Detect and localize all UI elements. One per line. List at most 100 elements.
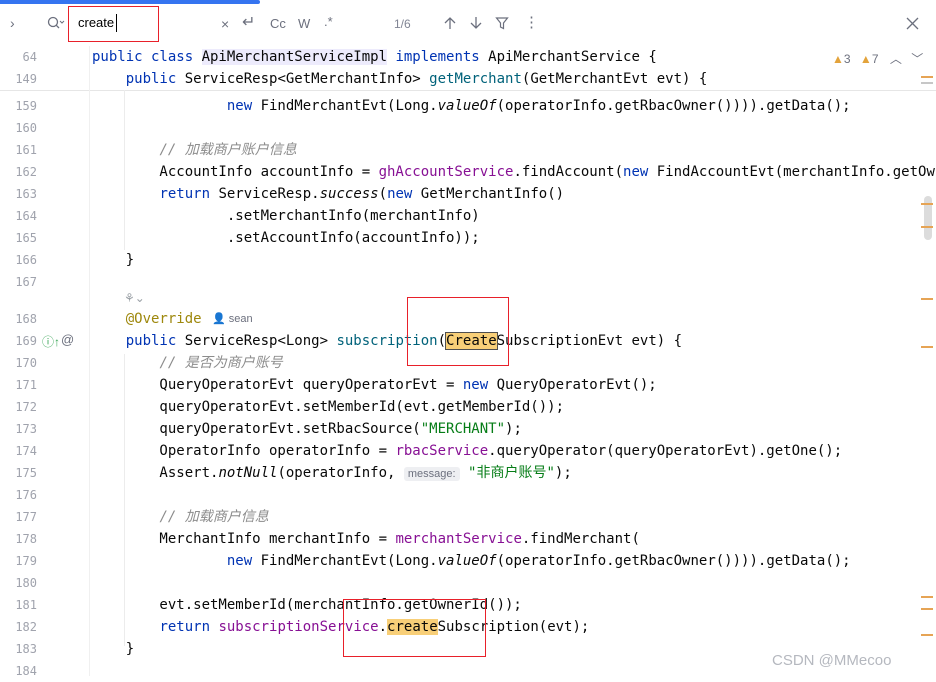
annotation-box — [68, 6, 159, 42]
prev-occurrence-icon[interactable] — [443, 16, 457, 30]
line-number: 164 — [15, 209, 37, 223]
code-text: // 是否为商户账号 — [92, 352, 283, 374]
line-number: 160 — [15, 121, 37, 135]
code-comment: // 是否为商户账号 — [159, 355, 283, 371]
code-text: OperatorInfo operatorInfo = rbacService.… — [92, 443, 843, 459]
code-text: queryOperatorEvt.setMemberId(evt.getMemb… — [92, 399, 565, 415]
scroll-marker[interactable] — [921, 634, 933, 636]
close-icon[interactable] — [906, 17, 919, 30]
line-number: 166 — [15, 253, 37, 267]
match-case-toggle[interactable]: Cc — [270, 16, 286, 32]
code-text: public class ApiMerchantServiceImpl impl… — [92, 49, 657, 65]
clear-icon[interactable]: × — [221, 16, 229, 32]
code-text: .setAccountInfo(accountInfo)); — [92, 230, 480, 246]
inspection-widget[interactable]: ▲3 ▲7 ︿ ﹀ — [832, 50, 923, 67]
line-number: 176 — [15, 488, 37, 502]
code-line: 165 .setAccountInfo(accountInfo)); — [0, 227, 936, 249]
line-number: 170 — [15, 356, 37, 370]
scroll-marker[interactable] — [921, 608, 933, 610]
weak-warning-count: 7 — [871, 52, 879, 66]
string-literal: "非商户账号" — [468, 465, 555, 481]
code-text: queryOperatorEvt.setRbacSource("MERCHANT… — [92, 421, 522, 437]
weak-warning-icon: ▲ — [859, 52, 872, 66]
code-line: 175 Assert.notNull(operatorInfo, message… — [0, 462, 936, 484]
line-number: 149 — [15, 72, 37, 86]
line-number: 178 — [15, 532, 37, 546]
search-history-icon[interactable] — [47, 16, 65, 30]
override-annotation: @Override — [125, 311, 202, 327]
scroll-marker[interactable] — [921, 226, 933, 228]
warning-icon: ▲ — [832, 52, 844, 66]
code-line: 159 new FindMerchantEvt(Long.valueOf(ope… — [0, 95, 936, 117]
code-line: 179 new FindMerchantEvt(Long.valueOf(ope… — [0, 550, 936, 572]
line-number: 167 — [15, 275, 37, 289]
code-line: 164 .setMerchantInfo(merchantInfo) — [0, 205, 936, 227]
line-number: 159 — [15, 99, 37, 113]
code-text: @Override — [92, 308, 202, 330]
sticky-scope-header: 64 public class ApiMerchantServiceImpl i… — [0, 46, 936, 91]
line-number: 171 — [15, 378, 37, 392]
regex-toggle[interactable]: .* — [324, 14, 333, 30]
line-number: 169 — [15, 334, 37, 348]
more-icon[interactable]: ⋮ — [524, 15, 539, 31]
parameter-hint: message: — [403, 467, 460, 481]
filter-icon[interactable] — [495, 16, 509, 30]
code-line: 163 return ServiceResp.success(new GetMe… — [0, 183, 936, 205]
prev-problem-icon[interactable]: ︿ — [890, 52, 902, 66]
scroll-marker[interactable] — [921, 596, 933, 598]
scroll-marker[interactable] — [921, 298, 933, 300]
line-number: 184 — [15, 664, 37, 678]
code-text: public ServiceResp<Long> subscription(Cr… — [125, 332, 683, 350]
code-text: QueryOperatorEvt queryOperatorEvt = new … — [92, 377, 657, 393]
scroll-marker[interactable] — [921, 203, 933, 205]
code-line: 180 — [0, 572, 936, 594]
line-number: 181 — [15, 598, 37, 612]
warning-count: 3 — [843, 52, 851, 66]
code-line: 172 queryOperatorEvt.setMemberId(evt.get… — [0, 396, 936, 418]
expand-icon[interactable]: › — [10, 15, 15, 31]
code-comment: // 加载商户信息 — [159, 509, 269, 525]
code-text: new FindMerchantEvt(Long.valueOf(operato… — [226, 553, 851, 569]
author-name: sean — [228, 313, 253, 325]
line-number: 163 — [15, 187, 37, 201]
code-text: AccountInfo accountInfo = ghAccountServi… — [92, 164, 936, 180]
code-text: } — [92, 252, 135, 268]
code-line: 171 QueryOperatorEvt queryOperatorEvt = … — [0, 374, 936, 396]
code-text: return ServiceResp.success(new GetMercha… — [159, 186, 565, 202]
ai-fold-icon[interactable]: ⚘⌄ — [124, 291, 145, 305]
words-toggle[interactable]: W — [298, 16, 310, 32]
next-occurrence-icon[interactable] — [469, 16, 483, 30]
override-gutter-icon[interactable]: @ — [61, 332, 74, 347]
code-text: // 加载商户账户信息 — [92, 139, 297, 161]
code-text: } — [92, 641, 135, 657]
code-text: return subscriptionService.createSubscri… — [159, 619, 590, 635]
author-hint[interactable]: 👤 sean — [212, 308, 253, 330]
code-line: 160 — [0, 117, 936, 139]
scroll-marker[interactable] — [921, 346, 933, 348]
line-number: 180 — [15, 576, 37, 590]
code-line: 173 queryOperatorEvt.setRbacSource("MERC… — [0, 418, 936, 440]
annotation-box — [407, 297, 509, 366]
code-line: 174 OperatorInfo operatorInfo = rbacServ… — [0, 440, 936, 462]
line-number: 172 — [15, 400, 37, 414]
string-literal: "MERCHANT" — [420, 421, 506, 437]
code-text: public ServiceResp<GetMerchantInfo> getM… — [125, 71, 708, 87]
scroll-marker[interactable] — [921, 76, 933, 78]
line-number: 173 — [15, 422, 37, 436]
code-comment: // 加载商户账户信息 — [159, 142, 297, 158]
line-number: 182 — [15, 620, 37, 634]
code-line: 167 — [0, 271, 936, 293]
tab-accent-bar — [0, 0, 260, 4]
line-number: 174 — [15, 444, 37, 458]
replace-toggle-icon[interactable]: ↵ — [242, 15, 255, 31]
code-text: MerchantInfo merchantInfo = merchantServ… — [92, 531, 640, 547]
result-count: 1/6 — [394, 17, 411, 31]
line-number: 64 — [22, 50, 37, 64]
watermark: CSDN @MMecoo — [772, 652, 892, 669]
implements-gutter-icon[interactable]: ⓘ↑ — [42, 333, 60, 350]
code-line: 166 } — [0, 249, 936, 271]
code-line: 177 // 加载商户信息 — [0, 506, 936, 528]
line-number: 162 — [15, 165, 37, 179]
next-problem-icon[interactable]: ﹀ — [911, 52, 923, 66]
scroll-marker[interactable] — [921, 82, 933, 84]
